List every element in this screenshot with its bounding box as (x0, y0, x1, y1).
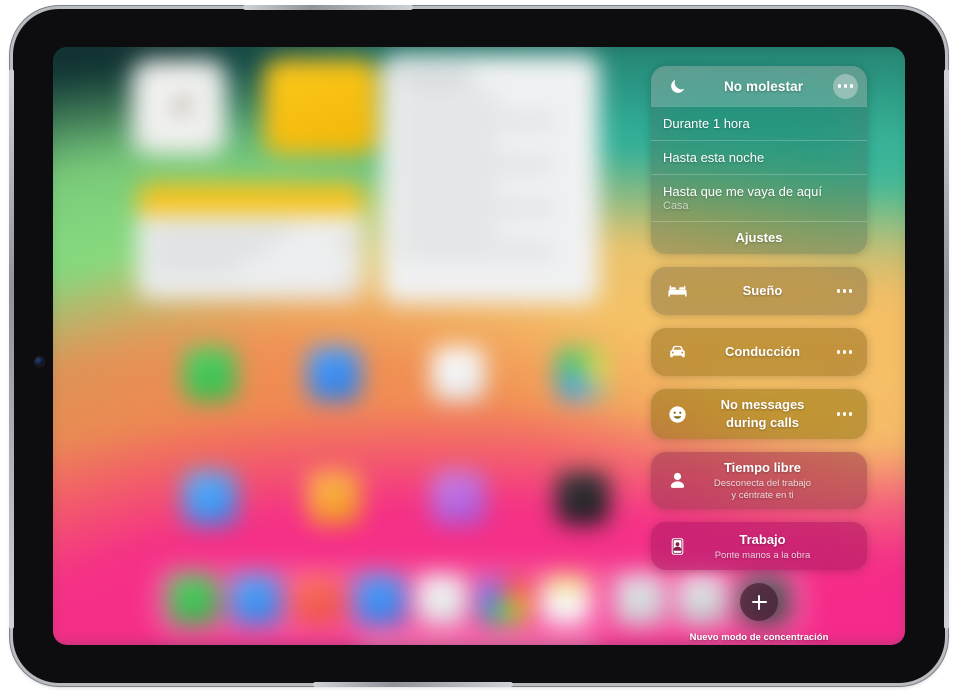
app-icon[interactable] (182, 471, 237, 526)
dnd-option-row[interactable]: Hasta que me vaya de aquí Casa (651, 174, 867, 221)
focus-mode-label: Trabajo (739, 531, 786, 547)
notes-widget[interactable] (137, 183, 364, 300)
focus-mode-label: Conducción (724, 344, 801, 359)
focus-mode-sleep[interactable]: Sueño (651, 267, 867, 315)
focus-mode-no-messages-during-calls[interactable]: No messages during calls (651, 389, 867, 439)
id-badge-icon (660, 536, 694, 557)
dnd-settings-button[interactable]: Ajustes (651, 221, 867, 254)
focus-mode-work[interactable]: Trabajo Ponte manos a la obra (651, 522, 867, 571)
dnd-option-row[interactable]: Hasta esta noche (651, 140, 867, 174)
mail-widget[interactable] (381, 55, 600, 304)
bottom-antenna-band (313, 682, 513, 687)
focus-panel: No molestar Durante 1 hora Hasta esta no… (651, 66, 867, 643)
new-focus-mode-section: Nuevo modo de concentración (651, 583, 867, 643)
focus-mode-driving[interactable]: Conducción (651, 328, 867, 376)
app-icon[interactable] (431, 471, 486, 526)
app-icon[interactable] (555, 471, 610, 526)
dock-app-icon[interactable] (479, 574, 529, 625)
car-icon (660, 342, 694, 363)
dnd-option-label: Hasta esta noche (663, 150, 765, 165)
front-camera-icon (35, 357, 44, 366)
app-icon[interactable] (431, 347, 486, 401)
do-not-disturb-card: No molestar Durante 1 hora Hasta esta no… (651, 66, 867, 254)
dnd-header[interactable]: No molestar (651, 66, 867, 106)
dnd-option-sublabel: Casa (663, 200, 689, 212)
focus-mode-description: Desconecta del trabajo y céntrate en ti (713, 478, 812, 502)
dock-app-icon[interactable] (354, 574, 405, 625)
dock-app-icon[interactable] (416, 574, 467, 625)
app-icon[interactable] (307, 347, 362, 401)
add-focus-mode-button[interactable] (740, 583, 778, 622)
clock-widget[interactable] (131, 59, 227, 155)
app-icon[interactable] (307, 471, 362, 526)
focus-mode-description: Ponte manos a la obra (714, 549, 811, 561)
home-indicator[interactable] (359, 640, 599, 645)
focus-mode-label: Tiempo libre (723, 460, 802, 475)
tablet-screen: No molestar Durante 1 hora Hasta esta no… (53, 47, 905, 645)
dnd-title: No molestar (723, 78, 804, 94)
dnd-option-row[interactable]: Durante 1 hora (651, 106, 867, 140)
focus-mode-label: Sueño (742, 283, 783, 298)
dnd-option-label: Durante 1 hora (663, 116, 750, 131)
dnd-more-button[interactable] (833, 73, 858, 99)
person-icon (660, 470, 694, 491)
focus-mode-more-button[interactable] (837, 402, 852, 427)
focus-mode-personal-time[interactable]: Tiempo libre Desconecta del trabajo y cé… (651, 452, 867, 510)
app-icon[interactable] (555, 347, 610, 401)
moon-icon (660, 77, 694, 96)
yellow-widget[interactable] (263, 59, 378, 155)
top-antenna-band (243, 5, 413, 10)
dock-app-icon[interactable] (541, 574, 591, 625)
focus-mode-more-button[interactable] (837, 279, 852, 304)
dock-app-icon[interactable] (292, 574, 343, 625)
bed-icon (660, 281, 694, 302)
dock-app-icon[interactable] (230, 574, 281, 625)
dock-app-icon[interactable] (168, 574, 219, 625)
new-focus-mode-caption: Nuevo modo de concentración (689, 632, 829, 644)
app-icon[interactable] (182, 347, 237, 401)
smiley-icon (660, 404, 694, 425)
focus-mode-more-button[interactable] (837, 340, 852, 365)
tablet-device: No molestar Durante 1 hora Hasta esta no… (9, 5, 949, 687)
focus-mode-label: No messages during calls (720, 397, 805, 430)
dnd-option-label: Hasta que me vaya de aquí (663, 184, 822, 199)
